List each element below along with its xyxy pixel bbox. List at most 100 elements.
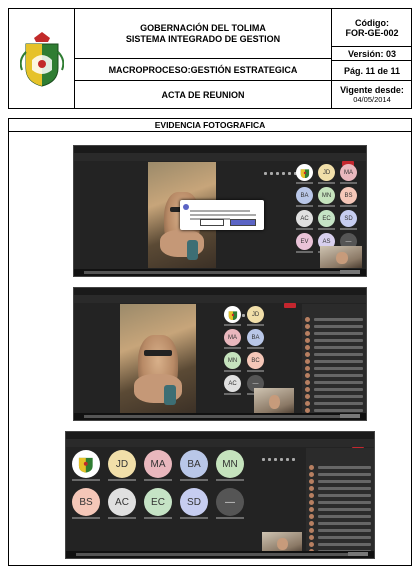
- avatar-initials: MN: [222, 458, 238, 470]
- avatar-initials: AC: [300, 215, 309, 222]
- avatar-initials: MA: [228, 334, 237, 341]
- taskbar: [66, 551, 374, 558]
- participant-name-line: [72, 479, 100, 481]
- gobernacion-tolima-logo: [19, 31, 64, 87]
- participant-name-line: [247, 347, 264, 349]
- vigente-cell: Vigente desde: 04/05/2014: [331, 81, 412, 108]
- dialog-button-secondary[interactable]: [200, 219, 224, 226]
- codigo-value: FOR-GE-002: [345, 27, 399, 38]
- meeting-toolbar: [74, 153, 366, 175]
- taskbar: [74, 269, 366, 276]
- avatar-initials: SD: [344, 215, 353, 222]
- participants-panel: [306, 448, 374, 554]
- participant-name-line: [216, 517, 244, 519]
- participant-avatar: JD: [247, 306, 264, 323]
- macroproceso-label: MACROPROCESO:: [108, 64, 191, 75]
- toolbar-icons: [262, 448, 298, 461]
- participant-name-line: [296, 182, 313, 184]
- participant-name-line: [318, 182, 335, 184]
- participant-avatar: JD: [108, 450, 136, 478]
- participant-name-line: [340, 228, 357, 230]
- avatar-initials: JD: [251, 311, 260, 318]
- evidence-title: EVIDENCIA FOTOGRAFICA: [9, 119, 411, 132]
- meeting-toolbar: [74, 295, 366, 317]
- evidence-section: EVIDENCIA FOTOGRAFICA JD MA BA MN BS AC EC SD EV…: [8, 118, 412, 566]
- participants-panel: [302, 304, 366, 414]
- participant-avatar: JD: [318, 164, 335, 181]
- participant-avatar: BC: [247, 352, 264, 369]
- participant-name-line: [180, 517, 208, 519]
- vigente-value: 04/05/2014: [353, 94, 391, 104]
- window-title-bar: [74, 146, 366, 153]
- organization-logo-avatar: [224, 306, 241, 323]
- info-icon: [183, 204, 189, 210]
- participant-avatar: MN: [216, 450, 244, 478]
- avatar-initials: BA: [300, 192, 309, 199]
- tolima-crest-icon: [79, 458, 93, 473]
- taskbar: [74, 413, 366, 420]
- avatar-initials: SD: [187, 496, 201, 508]
- participant-name-line: [108, 479, 136, 481]
- meeting-screenshot-2: JD MA BA MN BC AC —: [73, 287, 367, 421]
- participant-name-line: [296, 228, 313, 230]
- self-view-video: [320, 246, 362, 268]
- participant-name-line: [296, 205, 313, 207]
- participant-name-line: [318, 228, 335, 230]
- participant-name-line: [340, 182, 357, 184]
- participant-name-line: [216, 479, 244, 481]
- participant-avatar: AC: [224, 375, 241, 392]
- dialog-button-primary[interactable]: [230, 219, 256, 226]
- participant-avatar: MA: [224, 329, 241, 346]
- avatar-initials: EV: [300, 238, 309, 245]
- participant-avatar: EV: [296, 233, 313, 250]
- avatar-initials: MN: [321, 192, 332, 199]
- participant-avatar: BS: [340, 187, 357, 204]
- participant-avatar: AC: [108, 488, 136, 516]
- participant-name-line: [340, 205, 357, 207]
- participant-avatar: AC: [296, 210, 313, 227]
- main-video: [120, 304, 196, 414]
- version-cell: Versión: 03: [331, 47, 412, 61]
- participant-avatar: BS: [72, 488, 100, 516]
- participant-avatar: —: [216, 488, 244, 516]
- participant-name-line: [224, 370, 241, 372]
- version-text: Versión: 03: [347, 48, 397, 59]
- title-line-2: SISTEMA INTEGRADO DE GESTION: [125, 33, 281, 44]
- participant-name-line: [72, 517, 100, 519]
- avatar-initials: —: [225, 496, 235, 508]
- avatar-initials: EC: [322, 215, 331, 222]
- participant-avatar: EC: [318, 210, 335, 227]
- participant-name-line: [247, 324, 264, 326]
- participant-name-line: [108, 517, 136, 519]
- participant-avatar: BA: [180, 450, 208, 478]
- meeting-toolbar: [66, 439, 374, 461]
- acta-cell: ACTA DE REUNION: [75, 81, 331, 108]
- logo-cell: [9, 9, 75, 108]
- leave-button[interactable]: [284, 303, 296, 308]
- avatar-initials: MN: [227, 357, 238, 364]
- participant-name-line: [180, 479, 208, 481]
- codigo-cell: Código: FOR-GE-002: [331, 9, 412, 47]
- title-line-1: GOBERNACIÓN DEL TOLIMA: [140, 22, 266, 33]
- participant-avatar: MA: [340, 164, 357, 181]
- participant-avatar: MA: [144, 450, 172, 478]
- participant-avatar: MN: [224, 352, 241, 369]
- participant-avatar: SD: [340, 210, 357, 227]
- macroproceso-cell: MACROPROCESO: GESTIÓN ESTRATEGICA: [75, 59, 331, 81]
- avatar-initials: BC: [251, 357, 260, 364]
- toolbar-icons: [264, 162, 300, 175]
- participant-name-line: [144, 479, 172, 481]
- avatar-initials: AC: [228, 380, 237, 387]
- tolima-crest-icon: [300, 168, 309, 178]
- window-title-bar: [74, 288, 366, 295]
- participant-avatar: BA: [247, 329, 264, 346]
- avatar-initials: AS: [322, 238, 331, 245]
- pagina-cell: Pág. 11 de 11: [331, 61, 412, 81]
- avatar-initials: JD: [115, 458, 129, 470]
- participant-avatar: MN: [318, 187, 335, 204]
- window-title-bar: [66, 432, 374, 439]
- avatar-initials: AC: [115, 496, 129, 508]
- avatar-initials: EC: [151, 496, 165, 508]
- avatar-initials: MA: [344, 169, 353, 176]
- participant-avatar: BA: [296, 187, 313, 204]
